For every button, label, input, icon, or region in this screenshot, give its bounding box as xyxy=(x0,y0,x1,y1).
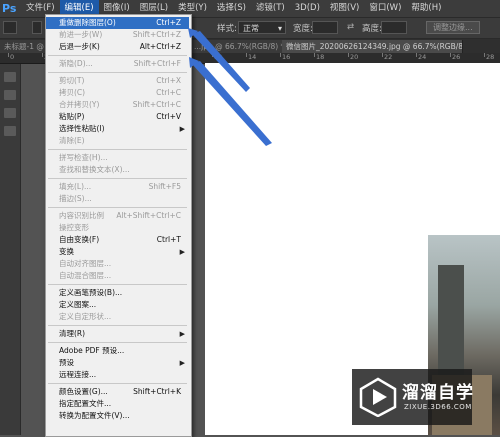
play-logo-icon xyxy=(359,377,397,417)
arrow-to-undo-icon xyxy=(192,31,250,92)
watermark: 溜溜自学 ZIXUE.3D66.COM xyxy=(352,369,474,425)
watermark-url: ZIXUE.3D66.COM xyxy=(404,403,472,411)
watermark-title: 溜溜自学 xyxy=(402,383,474,403)
